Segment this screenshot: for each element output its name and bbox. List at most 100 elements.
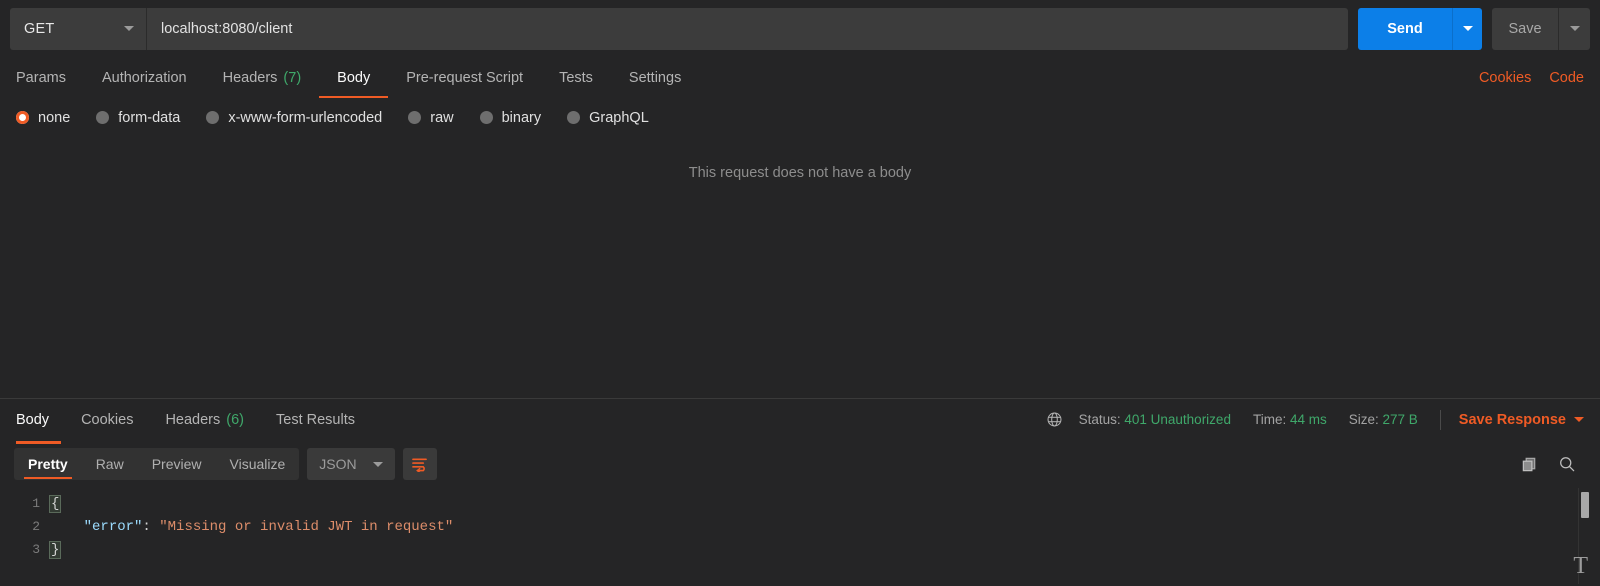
response-tab-cookies[interactable]: Cookies — [65, 399, 149, 440]
radio-label: binary — [501, 109, 542, 126]
tab-label: Params — [16, 69, 66, 86]
empty-body-message: This request does not have a body — [688, 165, 912, 181]
view-mode-label: Visualize — [229, 456, 286, 472]
body-type-raw[interactable]: raw — [408, 110, 454, 126]
radio-icon — [408, 111, 422, 124]
empty-body-area: This request does not have a body — [0, 137, 1600, 398]
wrap-lines-button[interactable] — [402, 448, 437, 480]
request-tabs: Params Authorization Headers (7) Body Pr… — [16, 57, 699, 98]
view-mode-pretty[interactable]: Pretty — [14, 448, 82, 480]
request-tabs-bar: Params Authorization Headers (7) Body Pr… — [0, 57, 1600, 98]
tab-pre-request-script[interactable]: Pre-request Script — [388, 57, 541, 98]
code-content: } — [48, 540, 62, 559]
http-method-label: GET — [24, 20, 55, 37]
tab-label: Tests — [559, 69, 593, 86]
response-tab-body[interactable]: Body — [16, 399, 65, 444]
view-mode-label: Raw — [95, 456, 124, 472]
code-link[interactable]: Code — [1549, 70, 1584, 86]
copy-icon[interactable] — [1521, 456, 1538, 473]
cookies-link[interactable]: Cookies — [1479, 70, 1531, 86]
body-type-graphql[interactable]: GraphQL — [567, 110, 649, 126]
save-response-button[interactable]: Save Response — [1459, 412, 1584, 428]
code-line: 2 "error": "Missing or invalid JWT in re… — [0, 515, 1600, 538]
time-value: 44 ms — [1289, 412, 1327, 427]
view-mode-label: Preview — [151, 456, 202, 472]
globe-icon[interactable] — [1046, 411, 1063, 428]
response-format-select[interactable]: JSON — [307, 448, 395, 480]
tab-body[interactable]: Body — [319, 57, 389, 98]
tab-label: Authorization — [101, 69, 187, 86]
save-button-group: Save — [1492, 7, 1590, 50]
response-tab-test-results[interactable]: Test Results — [260, 399, 371, 440]
size-label: Size: — [1348, 412, 1379, 427]
tab-count-badge: (7) — [283, 69, 302, 86]
tab-label: Headers — [165, 411, 221, 428]
time-meta: Time: 44 ms — [1253, 412, 1327, 427]
search-icon[interactable] — [1558, 455, 1576, 473]
body-type-x-www-form-urlencoded[interactable]: x-www-form-urlencoded — [206, 110, 382, 126]
radio-label: x-www-form-urlencoded — [228, 109, 383, 126]
json-key: "error" — [83, 518, 143, 535]
body-type-radio-group: none form-data x-www-form-urlencoded raw… — [0, 98, 1600, 137]
scrollbar-thumb[interactable] — [1581, 492, 1589, 518]
tab-label: Settings — [628, 69, 682, 86]
radio-label: GraphQL — [589, 109, 649, 126]
response-view-toolbar: Pretty Raw Preview Visualize JSON — [0, 440, 1600, 488]
response-format-label: JSON — [319, 456, 357, 472]
send-button-group: Send — [1358, 7, 1482, 50]
radio-label: none — [38, 109, 71, 126]
line-number: 1 — [32, 496, 40, 511]
view-mode-raw[interactable]: Raw — [82, 448, 138, 480]
tab-label: Headers — [222, 69, 278, 86]
request-url-bar: GET Send Save — [0, 0, 1600, 57]
radio-icon — [567, 111, 581, 124]
body-type-form-data[interactable]: form-data — [96, 110, 180, 126]
tab-settings[interactable]: Settings — [611, 57, 699, 98]
tab-params[interactable]: Params — [16, 57, 84, 98]
json-colon: : — [142, 518, 160, 535]
radio-label: form-data — [118, 109, 181, 126]
response-body-code[interactable]: 1 { 2 "error": "Missing or invalid JWT i… — [0, 488, 1600, 586]
view-mode-label: Pretty — [28, 456, 68, 472]
save-options-button[interactable] — [1558, 7, 1590, 50]
status-meta: Status: 401 Unauthorized — [1079, 412, 1231, 427]
tab-tests[interactable]: Tests — [541, 57, 611, 98]
view-mode-visualize[interactable]: Visualize — [216, 448, 300, 480]
font-size-icon[interactable]: T — [1573, 554, 1588, 578]
send-button[interactable]: Send — [1358, 7, 1452, 50]
save-response-label: Save Response — [1458, 411, 1566, 428]
request-url-input[interactable] — [146, 7, 1348, 50]
tab-label: Body — [337, 69, 371, 86]
response-view-modes: Pretty Raw Preview Visualize — [14, 448, 300, 480]
size-meta: Size: 277 B — [1349, 412, 1418, 427]
line-number: 2 — [32, 519, 40, 534]
response-tabs: Body Cookies Headers (6) Test Results — [16, 399, 371, 444]
body-type-none[interactable]: none — [16, 110, 70, 126]
chevron-down-icon — [372, 461, 383, 467]
code-content: { — [48, 494, 62, 513]
chevron-down-icon — [124, 26, 134, 31]
http-method-select[interactable]: GET — [10, 7, 146, 50]
divider — [1439, 409, 1441, 430]
chevron-down-icon — [1462, 26, 1473, 31]
response-tab-headers[interactable]: Headers (6) — [149, 399, 260, 440]
code-line: 1 { — [0, 492, 1600, 515]
tab-label: Cookies — [81, 411, 134, 428]
response-meta: Status: 401 Unauthorized Time: 44 ms Siz… — [1046, 399, 1584, 440]
send-options-button[interactable] — [1452, 7, 1482, 50]
json-value: "Missing or invalid JWT in request" — [159, 518, 454, 535]
save-button[interactable]: Save — [1492, 7, 1558, 50]
status-value: 401 Unauthorized — [1124, 412, 1231, 427]
chevron-down-icon — [1574, 417, 1584, 422]
radio-icon — [96, 111, 110, 124]
body-type-binary[interactable]: binary — [479, 109, 542, 126]
tab-headers[interactable]: Headers (7) — [205, 57, 320, 98]
view-mode-preview[interactable]: Preview — [138, 448, 216, 480]
json-open-brace: { — [48, 494, 62, 513]
tab-label: Test Results — [276, 411, 355, 428]
tab-authorization[interactable]: Authorization — [84, 57, 205, 98]
tab-label: Body — [16, 411, 50, 428]
response-header-bar: Body Cookies Headers (6) Test Results St… — [0, 399, 1600, 444]
response-toolbar-actions — [1521, 455, 1586, 473]
